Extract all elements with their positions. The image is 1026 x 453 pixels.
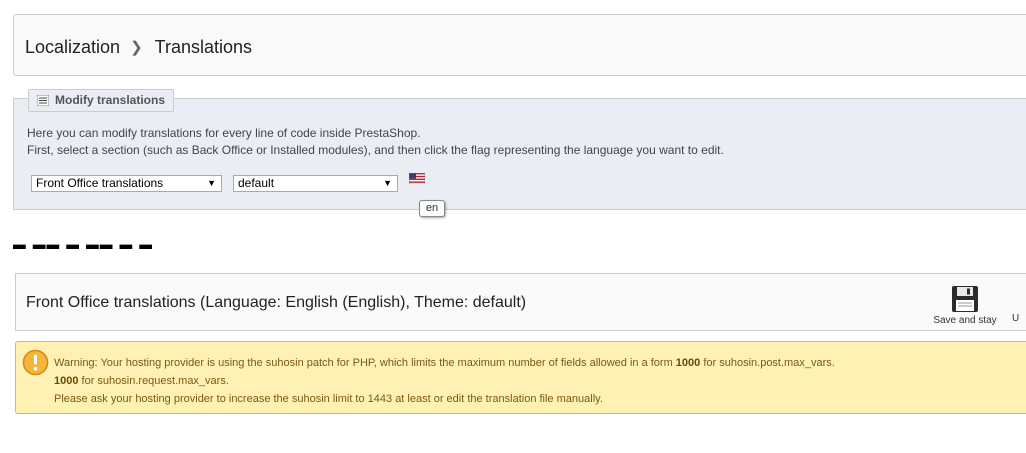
translation-type-value: Front Office translations — [36, 176, 164, 190]
warning-text-part: for suhosin.post.max_vars. — [700, 357, 835, 369]
breadcrumb-section[interactable]: Localization — [25, 37, 120, 57]
chevron-right-icon: ❯ — [130, 39, 143, 56]
warning-line: Warning: Your hosting provider is using … — [54, 354, 835, 372]
description-line: First, select a section (such as Back Of… — [27, 143, 724, 157]
post-max-vars-value: 1000 — [675, 357, 701, 369]
warning-line: 1000 for suhosin.request.max_vars. — [54, 372, 835, 390]
edit-list-icon — [37, 95, 49, 106]
translations-panel-header: Front Office translations (Language: Eng… — [15, 273, 1026, 331]
panel-title: Front Office translations (Language: Eng… — [26, 294, 527, 311]
flag-tooltip: en — [419, 200, 445, 217]
partially-hidden-heading: ▀ ▀▀ ▀ ▀▀ ▀ ▀ — [13, 240, 153, 249]
description-line: Here you can modify translations for eve… — [27, 126, 421, 140]
translation-type-select[interactable]: Front Office translations ▼ — [31, 175, 222, 192]
save-and-stay-label: Save and stay — [933, 315, 997, 326]
floppy-disk-icon — [952, 286, 978, 312]
us-flag-icon[interactable] — [409, 173, 425, 184]
breadcrumb: Localization ❯ Translations — [25, 37, 252, 58]
request-max-vars-value: 1000 — [54, 375, 79, 387]
warning-text: Warning: Your hosting provider is using … — [54, 354, 835, 408]
suhosin-warning: Warning: Your hosting provider is using … — [15, 341, 1026, 414]
page-header: Localization ❯ Translations — [13, 14, 1026, 76]
next-toolbar-button-label[interactable]: U — [1012, 313, 1019, 324]
save-and-stay-button[interactable]: Save and stay — [930, 285, 1000, 326]
warning-text-part: Warning: Your hosting provider is using … — [54, 357, 676, 369]
legend-label: Modify translations — [55, 93, 166, 107]
theme-value: default — [238, 176, 275, 190]
theme-select[interactable]: default ▼ — [233, 175, 398, 192]
fieldset-legend: Modify translations — [28, 89, 175, 112]
modify-translations-fieldset: Modify translations Here you can modify … — [13, 89, 1026, 217]
description: Here you can modify translations for eve… — [27, 125, 724, 159]
warning-line: Please ask your hosting provider to incr… — [54, 393, 603, 405]
warning-text-part: for suhosin.request.max_vars. — [78, 375, 229, 387]
warning-icon — [22, 349, 49, 376]
dropdown-arrow-icon: ▼ — [383, 178, 392, 188]
dropdown-arrow-icon: ▼ — [207, 178, 216, 188]
breadcrumb-page: Translations — [154, 37, 253, 57]
